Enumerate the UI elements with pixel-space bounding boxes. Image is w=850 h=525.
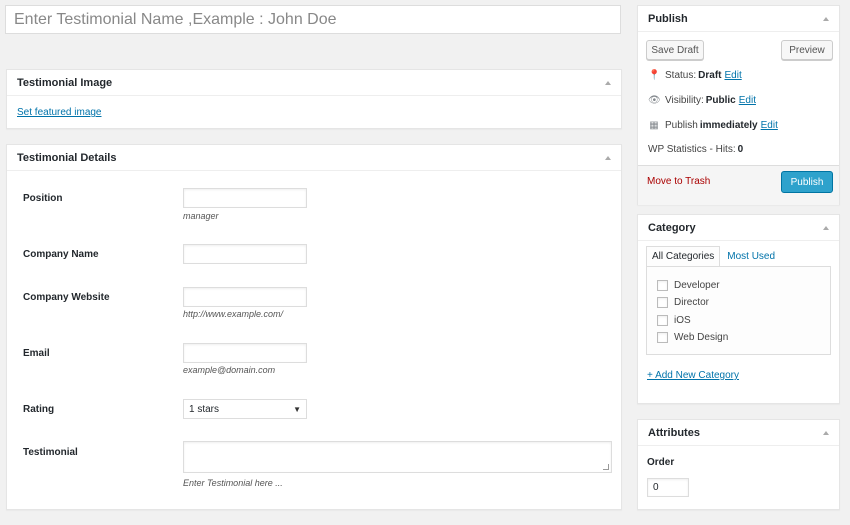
email-label: Email <box>23 348 50 359</box>
checkbox[interactable] <box>657 332 668 343</box>
publish-time-value: immediately <box>699 120 758 131</box>
chevron-down-icon: ▼ <box>293 404 301 414</box>
category-item-label: Director <box>674 297 710 308</box>
order-input[interactable]: 0 <box>647 478 689 497</box>
email-input[interactable] <box>183 343 307 363</box>
publish-actions: Move to Trash Publish <box>638 165 839 205</box>
publish-header[interactable]: Publish <box>638 6 839 32</box>
save-draft-button[interactable]: Save Draft <box>646 40 704 60</box>
status-row: 📍 Status: Draft Edit <box>648 70 742 81</box>
visibility-row: 👁 Visibility: Public Edit <box>648 95 756 106</box>
publish-title: Publish <box>648 12 688 25</box>
publish-time-label: Publish <box>665 120 698 131</box>
position-input[interactable] <box>183 188 307 208</box>
company-website-input[interactable] <box>183 287 307 307</box>
stats-row: WP Statistics - Hits: 0 <box>648 144 745 155</box>
tab-all-categories[interactable]: All Categories <box>646 246 721 267</box>
publish-time-edit-link[interactable]: Edit <box>761 120 778 131</box>
pin-icon: 📍 <box>648 70 661 81</box>
category-box: Category All Categories Most Used Develo… <box>637 214 840 404</box>
checkbox[interactable] <box>657 315 668 326</box>
visibility-label: Visibility: <box>665 95 704 106</box>
calendar-icon: ▦ <box>649 120 659 131</box>
checkbox[interactable] <box>657 280 668 291</box>
status-edit-link[interactable]: Edit <box>724 70 741 81</box>
category-title: Category <box>648 221 696 234</box>
category-item-label: Developer <box>674 280 720 291</box>
position-label: Position <box>23 193 63 204</box>
testimonial-name-input[interactable] <box>5 5 621 34</box>
collapse-toggle-icon[interactable] <box>823 430 829 435</box>
stats-label: WP Statistics - Hits: <box>648 144 736 155</box>
checkbox[interactable] <box>657 297 668 308</box>
move-to-trash-link[interactable]: Move to Trash <box>647 176 710 187</box>
set-featured-image-link[interactable]: Set featured image <box>17 107 102 118</box>
rating-label: Rating <box>23 404 55 415</box>
category-checklist: Developer Director iOS Web Design <box>646 266 831 355</box>
visibility-value: Public <box>705 95 736 106</box>
company-website-label: Company Website <box>23 292 110 303</box>
attributes-title: Attributes <box>648 426 700 439</box>
tab-most-used[interactable]: Most Used <box>722 246 780 267</box>
preview-button[interactable]: Preview <box>781 40 833 60</box>
collapse-toggle-icon[interactable] <box>823 16 829 21</box>
attributes-header[interactable]: Attributes <box>638 420 839 446</box>
order-value: 0 <box>653 482 659 493</box>
testimonial-textarea[interactable] <box>183 441 612 473</box>
collapse-toggle-icon[interactable] <box>605 155 611 160</box>
publish-box: Publish Save Draft Preview 📍 Status: Dra… <box>637 5 840 205</box>
testimonial-image-box: Testimonial Image Set featured image <box>6 69 622 129</box>
status-value: Draft <box>698 70 722 81</box>
testimonial-details-header[interactable]: Testimonial Details <box>7 145 621 171</box>
resize-handle-icon[interactable] <box>603 464 609 470</box>
order-label: Order <box>647 457 675 468</box>
collapse-toggle-icon[interactable] <box>605 80 611 85</box>
testimonial-details-title: Testimonial Details <box>17 151 117 164</box>
visibility-edit-link[interactable]: Edit <box>739 95 756 106</box>
company-name-label: Company Name <box>23 249 99 260</box>
testimonial-label: Testimonial <box>23 447 78 458</box>
category-item[interactable]: Developer <box>657 280 720 291</box>
attributes-box: Attributes Order 0 <box>637 419 840 510</box>
testimonial-details-box: Testimonial Details Position manager Com… <box>6 144 622 510</box>
testimonial-hint: Enter Testimonial here ... <box>183 478 283 488</box>
category-item[interactable]: Web Design <box>657 332 728 343</box>
rating-select-value: 1 stars <box>189 403 220 415</box>
category-tabs: All Categories Most Used <box>646 246 780 267</box>
position-hint: manager <box>183 211 219 221</box>
company-website-hint: http://www.example.com/ <box>183 309 284 319</box>
category-item[interactable]: Director <box>657 297 709 308</box>
collapse-toggle-icon[interactable] <box>823 225 829 230</box>
publish-button[interactable]: Publish <box>781 171 833 193</box>
category-item[interactable]: iOS <box>657 315 691 326</box>
status-label: Status: <box>665 70 697 81</box>
company-name-input[interactable] <box>183 244 307 264</box>
email-hint: example@domain.com <box>183 365 276 375</box>
category-item-label: iOS <box>674 315 691 326</box>
eye-icon: 👁 <box>648 95 661 106</box>
publish-time-row: ▦ Publish immediately Edit <box>648 120 778 131</box>
category-item-label: Web Design <box>674 332 729 343</box>
testimonial-image-header[interactable]: Testimonial Image <box>7 70 621 96</box>
add-new-category-link[interactable]: + Add New Category <box>647 370 739 381</box>
category-header[interactable]: Category <box>638 215 839 241</box>
stats-value: 0 <box>737 144 744 155</box>
rating-select[interactable]: 1 stars ▼ <box>183 399 307 419</box>
testimonial-image-title: Testimonial Image <box>17 76 113 89</box>
